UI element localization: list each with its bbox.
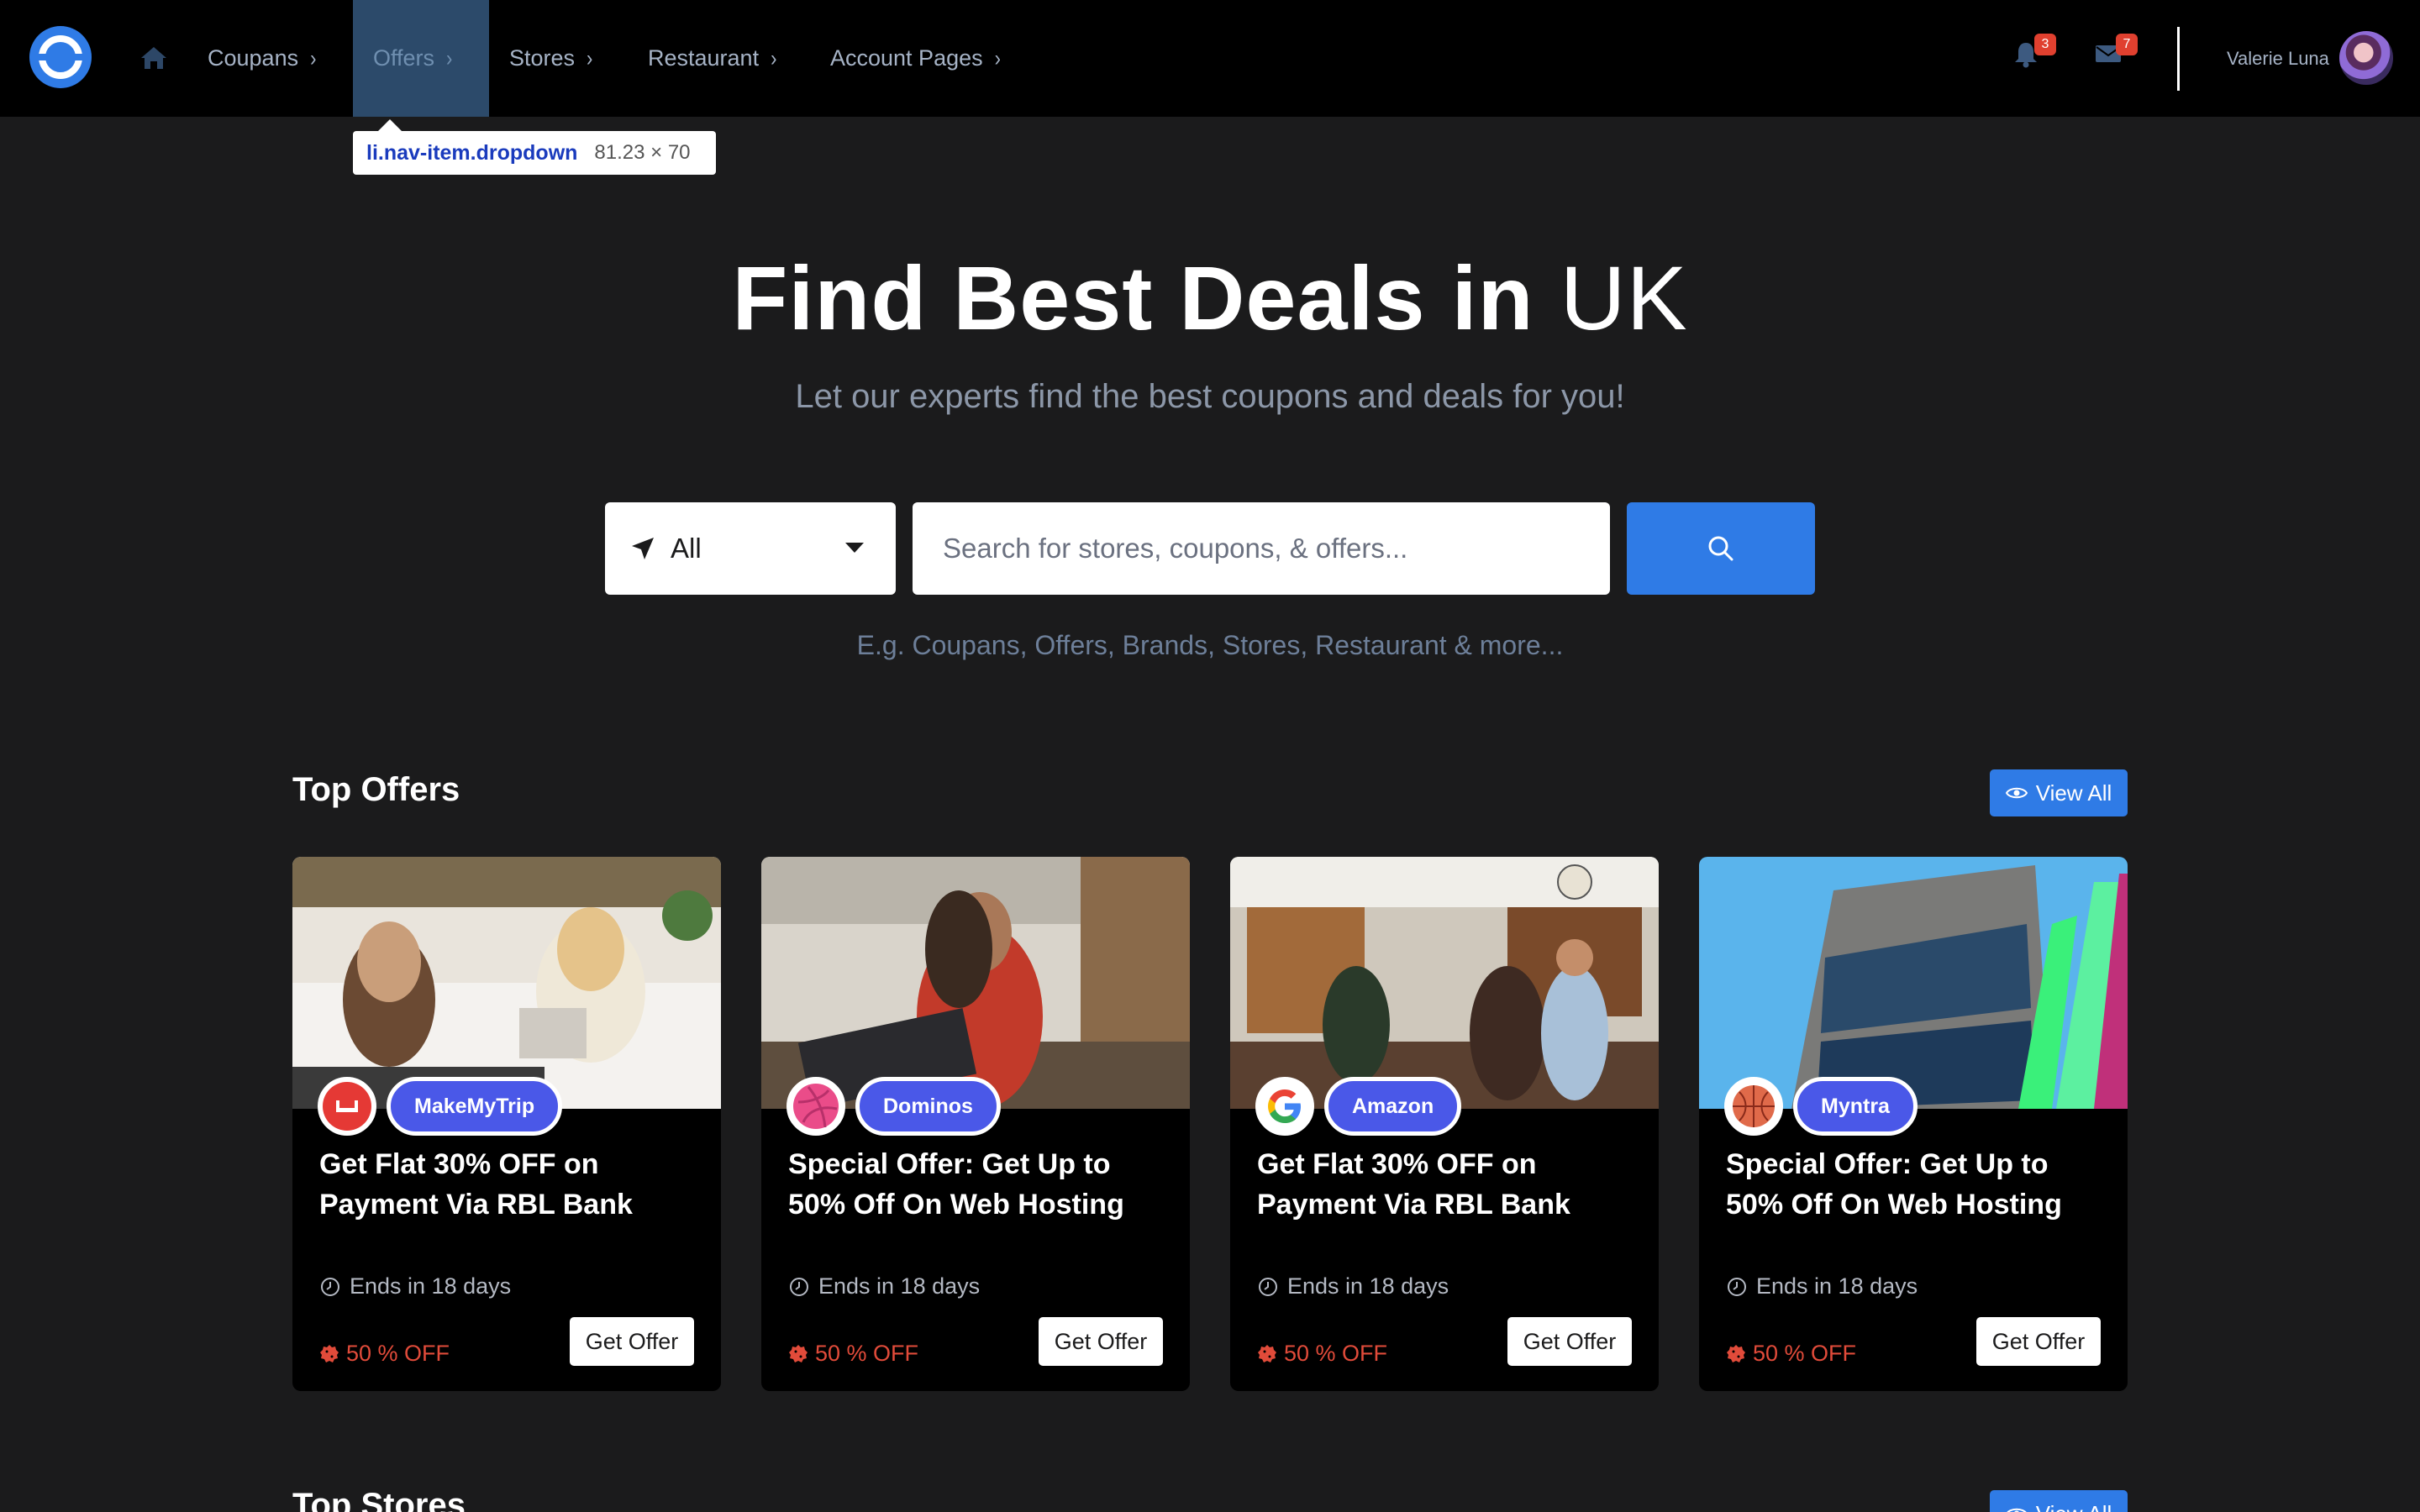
chevron-right-icon: ›	[446, 45, 453, 71]
get-offer-button[interactable]: Get Offer	[570, 1317, 694, 1366]
view-all-stores-button[interactable]: View All	[1990, 1490, 2128, 1512]
search-icon	[1708, 536, 1733, 561]
offer-image	[292, 857, 721, 1109]
store-badge[interactable]: Dominos	[855, 1077, 1001, 1136]
avatar[interactable]	[2339, 31, 2393, 85]
offer-expiry-text: Ends in 18 days	[1756, 1273, 1918, 1299]
offer-title[interactable]: Get Flat 30% OFF on Payment Via RBL Bank	[319, 1144, 706, 1225]
nav-item-offers[interactable]: Offers ›	[353, 0, 489, 117]
get-offer-button[interactable]: Get Offer	[1976, 1317, 2101, 1366]
nav-item-label: Stores	[509, 45, 576, 71]
nav-item-label: Offers	[373, 45, 435, 71]
top-stores-title: Top Stores	[292, 1487, 466, 1512]
offer-discount: 50 % OFF	[1726, 1341, 1856, 1367]
discount-badge-icon	[1258, 1344, 1276, 1362]
nav-item-label: Account Pages	[830, 45, 983, 71]
offer-expiry: Ends in 18 days	[1257, 1273, 1449, 1299]
home-icon[interactable]	[139, 45, 168, 71]
offer-image	[1230, 857, 1659, 1109]
search-button[interactable]	[1627, 502, 1815, 595]
offer-title[interactable]: Special Offer: Get Up to 50% Off On Web …	[1726, 1144, 2112, 1225]
offer-discount-text: 50 % OFF	[1284, 1341, 1388, 1366]
offer-image	[761, 857, 1190, 1109]
offer-discount: 50 % OFF	[1257, 1341, 1387, 1367]
nav-divider	[2177, 27, 2180, 91]
store-badge[interactable]: MakeMyTrip	[387, 1077, 563, 1136]
discount-badge-icon	[1727, 1344, 1745, 1362]
notifications-badge: 3	[2034, 34, 2056, 55]
clock-icon	[1259, 1277, 1277, 1296]
location-select-value: All	[671, 533, 702, 564]
messages-badge: 7	[2116, 34, 2138, 55]
offer-cards: MakeMyTrip Get Flat 30% OFF on Payment V…	[292, 857, 2128, 1391]
chevron-right-icon: ›	[587, 45, 593, 71]
nav-item-label: Coupans	[208, 45, 299, 71]
offer-discount: 50 % OFF	[319, 1341, 450, 1367]
offer-expiry-text: Ends in 18 days	[350, 1273, 512, 1299]
hero-title-bold: Find Best Deals in	[732, 247, 1534, 349]
notifications-button[interactable]: 3	[2012, 34, 2056, 74]
messages-button[interactable]: 7	[2094, 34, 2138, 74]
offer-image	[1699, 857, 2128, 1109]
view-all-label: View All	[2036, 1501, 2112, 1512]
chevron-right-icon: ›	[310, 45, 317, 71]
nav-item-restaurant[interactable]: Restaurant ›	[648, 0, 776, 117]
devtools-element-tooltip: li.nav-item.dropdown 81.23 × 70	[353, 119, 716, 175]
offer-expiry: Ends in 18 days	[1726, 1273, 1918, 1299]
offer-card[interactable]: Myntra Special Offer: Get Up to 50% Off …	[1699, 857, 2128, 1391]
store-badge[interactable]: Amazon	[1324, 1077, 1462, 1136]
offer-card[interactable]: Amazon Get Flat 30% OFF on Payment Via R…	[1230, 857, 1659, 1391]
nav-item-stores[interactable]: Stores ›	[509, 0, 592, 117]
offer-card[interactable]: Dominos Special Offer: Get Up to 50% Off…	[761, 857, 1190, 1391]
top-navbar: Coupans › Offers › Stores › Restaurant ›…	[0, 0, 2420, 117]
offer-discount-text: 50 % OFF	[346, 1341, 450, 1366]
offer-expiry-text: Ends in 18 days	[1287, 1273, 1449, 1299]
clock-icon	[321, 1277, 339, 1296]
nav-item-label: Restaurant	[648, 45, 760, 71]
offer-expiry: Ends in 18 days	[788, 1273, 980, 1299]
chevron-right-icon: ›	[771, 45, 777, 71]
devtools-classes: .nav-item.dropdown	[377, 140, 578, 165]
dribbble-logo-icon	[786, 1077, 845, 1136]
store-badge[interactable]: Myntra	[1793, 1077, 1918, 1136]
offer-title[interactable]: Get Flat 30% OFF on Payment Via RBL Bank	[1257, 1144, 1644, 1225]
offer-title[interactable]: Special Offer: Get Up to 50% Off On Web …	[788, 1144, 1175, 1225]
hero-title-country: UK	[1560, 247, 1688, 349]
devtools-selector: li.nav-item.dropdown	[366, 141, 577, 165]
nav-item-account-pages[interactable]: Account Pages ›	[830, 0, 1001, 117]
devtools-tag: li	[366, 140, 378, 165]
nav-item-coupans[interactable]: Coupans ›	[208, 0, 316, 117]
offer-discount-text: 50 % OFF	[815, 1341, 919, 1366]
brand-logo-icon[interactable]	[29, 26, 92, 88]
eye-icon	[2005, 787, 2028, 799]
search-input[interactable]	[913, 502, 1610, 595]
hero-title: Find Best Deals in UK	[0, 245, 2420, 350]
couch-logo-icon	[318, 1077, 376, 1136]
eye-icon	[2007, 1508, 2027, 1512]
discount-badge-icon	[320, 1344, 339, 1362]
search-hint: E.g. Coupans, Offers, Brands, Stores, Re…	[856, 630, 1564, 660]
chevron-right-icon: ›	[994, 45, 1001, 71]
get-offer-button[interactable]: Get Offer	[1507, 1317, 1632, 1366]
view-all-label: View All	[2035, 780, 2112, 806]
view-all-offers-button[interactable]: View All	[1990, 769, 2128, 816]
devtools-dimensions: 81.23 × 70	[594, 141, 691, 164]
hero-subtitle: Let our experts find the best coupons an…	[795, 378, 1625, 415]
offer-discount: 50 % OFF	[788, 1341, 918, 1367]
basketball-logo-icon	[1724, 1077, 1783, 1136]
clock-icon	[790, 1277, 808, 1296]
user-name[interactable]: Valerie Luna	[2227, 48, 2329, 70]
clock-icon	[1728, 1277, 1746, 1296]
offer-expiry-text: Ends in 18 days	[818, 1273, 981, 1299]
google-logo-icon	[1255, 1077, 1314, 1136]
caret-down-icon	[845, 543, 864, 553]
top-offers-title: Top Offers	[292, 771, 460, 808]
discount-badge-icon	[789, 1344, 808, 1362]
location-arrow-icon	[632, 538, 654, 559]
get-offer-button[interactable]: Get Offer	[1039, 1317, 1163, 1366]
offer-expiry: Ends in 18 days	[319, 1273, 511, 1299]
offer-card[interactable]: MakeMyTrip Get Flat 30% OFF on Payment V…	[292, 857, 721, 1391]
offer-discount-text: 50 % OFF	[1753, 1341, 1857, 1366]
location-select[interactable]: All	[605, 502, 896, 595]
